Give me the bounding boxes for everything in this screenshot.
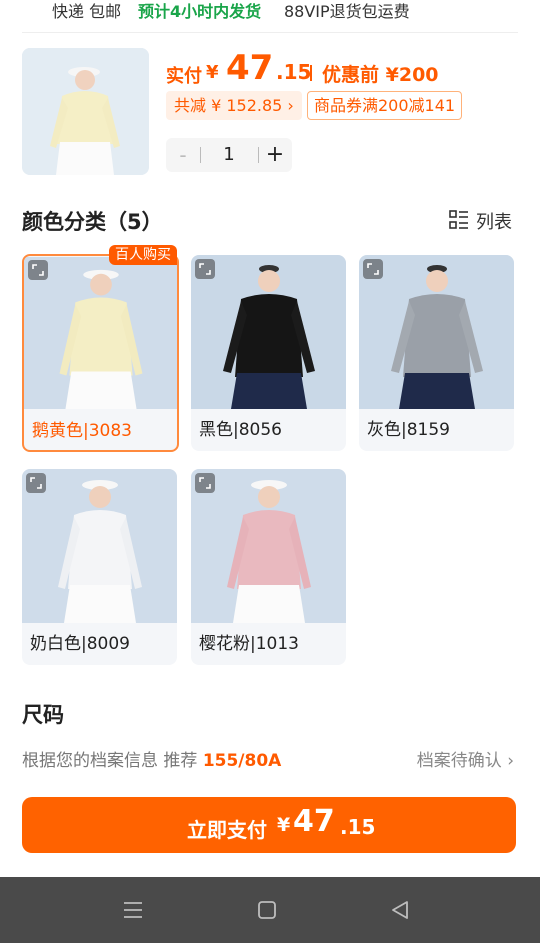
currency-symbol: ¥ <box>206 62 219 83</box>
color-option-sakura-pink[interactable]: 樱花粉|1013 <box>191 469 346 665</box>
color-option-gray[interactable]: 灰色|8159 <box>359 255 514 451</box>
color-option-black[interactable]: 黑色|8056 <box>191 255 346 451</box>
recommend-prefix: 根据您的档案信息 推荐 <box>22 751 198 771</box>
shipping-text: 快递 包邮 <box>52 2 122 21</box>
system-navigation-bar <box>0 877 540 943</box>
coupon-chip: 商品券满200减141 <box>307 91 463 120</box>
increase-button[interactable]: + <box>258 138 292 172</box>
before-price: ¥200 <box>385 64 439 86</box>
quantity-value[interactable]: 1 <box>200 138 258 172</box>
vip-return-text: 88VIP退货包运费 <box>284 2 410 21</box>
pay-price-integer: 47 <box>293 804 335 839</box>
color-option-label: 樱花粉|1013 <box>199 634 299 654</box>
size-recommendation: 根据您的档案信息 推荐 155/80A <box>22 746 281 771</box>
ship-time-text: 预计4小时内发货 <box>138 2 262 21</box>
shipping-info-bar: 快递 包邮 预计4小时内发货 88VIP退货包运费 <box>0 0 540 26</box>
price-separator <box>310 65 312 81</box>
zoom-icon[interactable] <box>195 259 215 279</box>
pay-currency: ¥ <box>277 814 291 836</box>
color-option-label: 黑色|8056 <box>199 420 282 440</box>
color-option-yellow[interactable]: 鹅黄色|3083 <box>22 254 179 452</box>
discount-detail-chip[interactable]: 共减 ¥ 152.85 › <box>166 91 302 120</box>
decrease-button[interactable]: - <box>166 138 200 172</box>
pay-price-decimal: .15 <box>340 815 376 839</box>
list-view-icon <box>449 210 468 229</box>
price-decimal: .15 <box>276 60 312 84</box>
paid-label: 实付 <box>166 66 202 87</box>
recommended-size[interactable]: 155/80A <box>203 751 282 771</box>
size-section-title: 尺码 <box>22 703 64 727</box>
price-before-discount: 优惠前 ¥200 <box>322 60 439 87</box>
zoom-icon[interactable] <box>26 473 46 493</box>
color-option-cream-white[interactable]: 奶白色|8009 <box>22 469 177 665</box>
pay-label: 立即支付 <box>187 818 267 842</box>
pay-now-button[interactable]: 立即支付 ¥ 47 .15 <box>22 797 516 853</box>
hot-sale-badge: 百人购买 <box>109 245 177 265</box>
color-option-label: 灰色|8159 <box>367 420 450 440</box>
color-option-label: 奶白色|8009 <box>30 634 130 654</box>
menu-nav-icon[interactable] <box>122 899 144 921</box>
divider <box>22 32 518 33</box>
profile-confirm-link[interactable]: 档案待确认 › <box>417 746 514 771</box>
list-view-label: 列表 <box>476 212 512 233</box>
home-nav-icon[interactable] <box>257 900 277 920</box>
zoom-icon[interactable] <box>363 259 383 279</box>
price-integer: 47 <box>226 48 274 88</box>
color-section-title: 颜色分类（5） <box>22 210 163 234</box>
color-option-label: 鹅黄色|3083 <box>32 421 132 441</box>
before-label: 优惠前 <box>322 64 380 86</box>
back-nav-icon[interactable] <box>389 899 411 921</box>
zoom-icon[interactable] <box>195 473 215 493</box>
quantity-stepper: - 1 + <box>166 138 292 172</box>
zoom-icon[interactable] <box>28 260 48 280</box>
product-thumbnail[interactable] <box>22 48 149 175</box>
